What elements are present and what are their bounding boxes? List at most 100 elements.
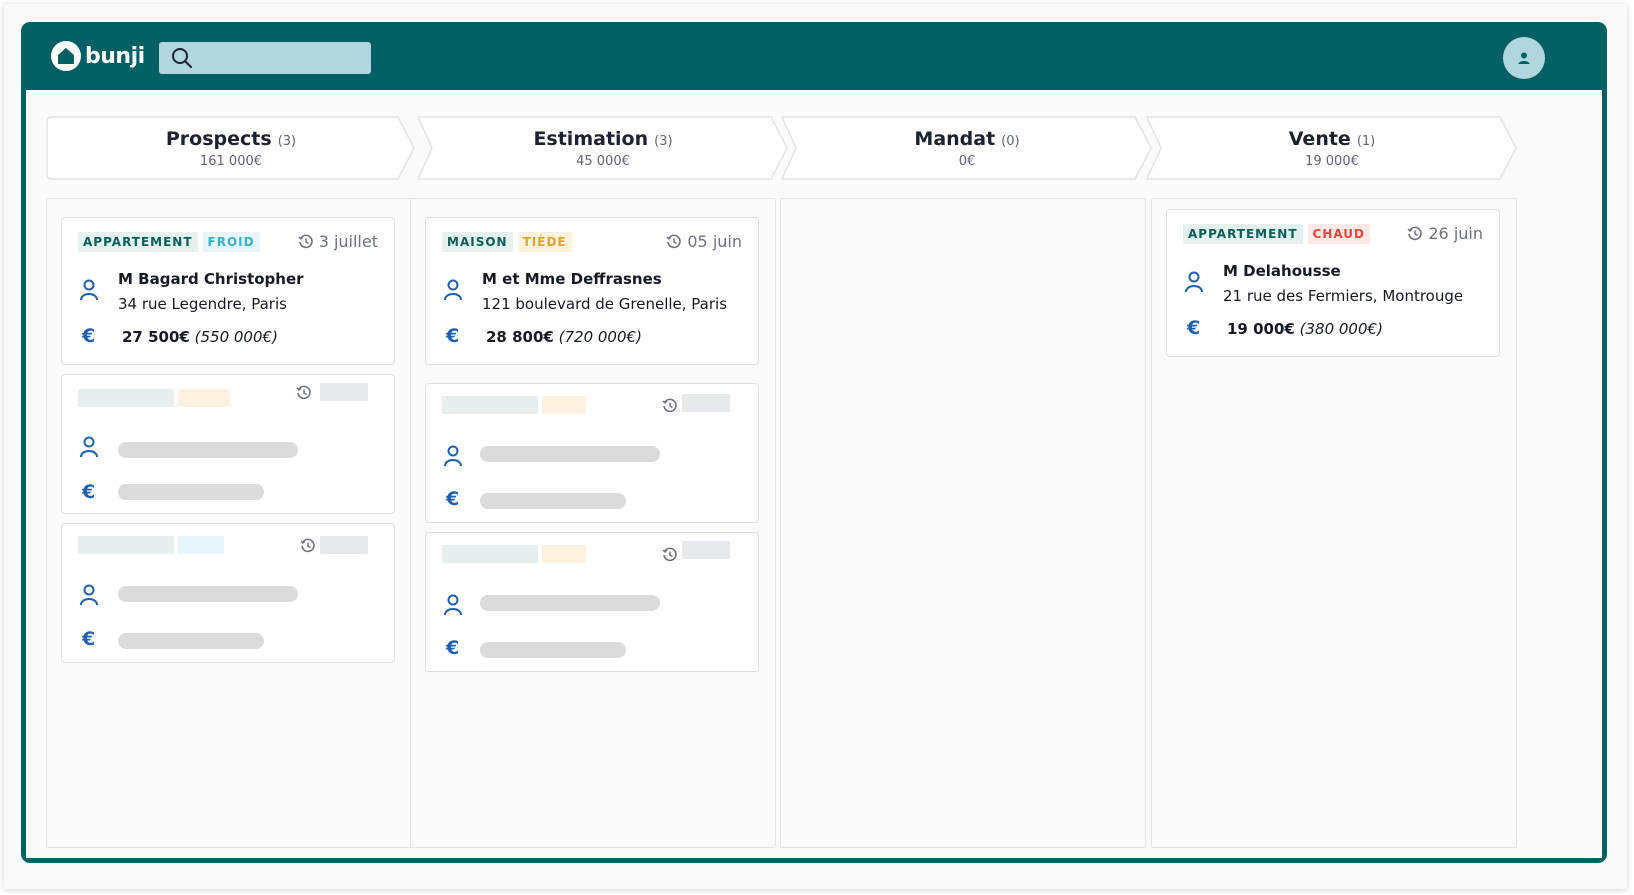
skeleton-line	[480, 642, 626, 658]
history-icon	[666, 234, 682, 248]
fee-amount: 19 000€	[1227, 320, 1295, 338]
contact-address: 21 rue des Fermiers, Montrouge	[1223, 287, 1464, 305]
fee-amount: 27 500€	[122, 328, 190, 346]
property-price: (380 000€)	[1299, 320, 1383, 338]
person-icon	[1185, 271, 1203, 293]
loading-card: €	[61, 523, 395, 663]
contact-name: M Delahousse	[1223, 262, 1341, 280]
house-icon	[51, 41, 81, 71]
skeleton-tag	[178, 536, 224, 554]
search-bar[interactable]	[159, 42, 371, 74]
euro-icon: €	[82, 481, 96, 503]
stage-amount: 45 000€	[576, 153, 630, 169]
person-icon	[80, 436, 98, 458]
column-vente: APPARTEMENT CHAUD 26 juin M Delahousse 2…	[1151, 198, 1517, 848]
column-estimation: MAISON TIÈDE 05 juin M et Mme Deffrasnes	[410, 198, 776, 848]
skeleton-line	[480, 595, 660, 611]
stage-title: Vente	[1288, 127, 1351, 150]
deal-card[interactable]: APPARTEMENT FROID 3 juillet M Bagard Chr…	[61, 217, 395, 365]
skeleton-date	[682, 541, 730, 559]
skeleton-tag	[78, 389, 174, 407]
date-label: 26 juin	[1428, 224, 1483, 243]
property-price: (720 000€)	[558, 328, 642, 346]
fee-amount: 28 800€	[486, 328, 554, 346]
card-date: 26 juin	[1407, 224, 1483, 243]
person-icon	[80, 279, 98, 301]
person-icon	[444, 279, 462, 301]
skeleton-line	[118, 586, 298, 602]
skeleton-line	[118, 484, 264, 500]
skeleton-tag	[442, 545, 538, 563]
euro-icon: €	[446, 325, 460, 347]
search-input[interactable]	[199, 45, 359, 71]
deal-price: 19 000€ (380 000€)	[1227, 320, 1383, 338]
history-icon	[662, 398, 677, 413]
skeleton-line	[480, 446, 660, 462]
search-icon	[172, 48, 192, 68]
contact-name: M et Mme Deffrasnes	[482, 270, 662, 288]
stage-count: (0)	[1001, 133, 1020, 149]
user-icon	[1518, 52, 1530, 64]
column-mandat	[780, 198, 1146, 848]
property-type-tag: APPARTEMENT	[78, 232, 198, 252]
history-icon	[662, 547, 677, 562]
stage-count: (3)	[654, 133, 673, 149]
skeleton-date	[320, 383, 368, 401]
card-date: 05 juin	[666, 232, 742, 251]
property-type-tag: APPARTEMENT	[1183, 224, 1303, 244]
skeleton-tag	[178, 389, 230, 407]
property-price: (550 000€)	[194, 328, 278, 346]
deal-card[interactable]: MAISON TIÈDE 05 juin M et Mme Deffrasnes	[425, 217, 759, 365]
contact-address: 34 rue Legendre, Paris	[118, 295, 287, 313]
top-bar: bunji	[21, 22, 1607, 90]
stage-count: (1)	[1356, 133, 1376, 149]
euro-icon: €	[1187, 317, 1201, 339]
euro-icon: €	[82, 628, 96, 650]
loading-card: €	[61, 374, 395, 514]
deal-price: 28 800€ (720 000€)	[486, 328, 642, 346]
stage-amount: 161 000€	[199, 153, 263, 169]
skeleton-date	[682, 394, 730, 412]
contact-address: 121 boulevard de Grenelle, Paris	[482, 295, 728, 313]
euro-icon: €	[82, 325, 96, 347]
temperature-tag: FROID	[202, 232, 260, 252]
property-type-tag: MAISON	[442, 232, 513, 252]
euro-icon: €	[446, 488, 460, 510]
skeleton-line	[480, 493, 626, 509]
temperature-tag: CHAUD	[1307, 224, 1370, 244]
skeleton-line	[118, 442, 298, 458]
deal-card[interactable]: APPARTEMENT CHAUD 26 juin M Delahousse 2…	[1166, 209, 1500, 357]
history-icon	[300, 538, 315, 553]
contact-name: M Bagard Christopher	[118, 270, 304, 288]
stage-amount: 0€	[958, 153, 976, 169]
stage-vente[interactable]: Vente (1) 19 000€	[1146, 116, 1518, 180]
brand-name: bunji	[85, 43, 145, 69]
stage-title: Prospects	[165, 127, 272, 150]
history-icon	[298, 234, 313, 248]
person-icon	[444, 594, 462, 616]
stage-mandat[interactable]: Mandat (0) 0€	[781, 116, 1153, 180]
date-label: 05 juin	[687, 232, 742, 251]
stage-count: (3)	[277, 133, 297, 149]
stage-amount: 19 000€	[1305, 153, 1359, 169]
stage-title: Mandat	[914, 127, 996, 150]
history-icon	[1407, 226, 1423, 240]
skeleton-tag	[542, 396, 586, 414]
card-date: 3 juillet	[298, 232, 378, 251]
person-icon	[80, 584, 98, 606]
loading-card: €	[425, 383, 759, 523]
history-icon	[296, 385, 311, 400]
column-prospects: APPARTEMENT FROID 3 juillet M Bagard Chr…	[46, 198, 412, 848]
stage-estimation[interactable]: Estimation (3) 45 000€	[417, 116, 789, 180]
temperature-tag: TIÈDE	[517, 232, 572, 252]
skeleton-date	[320, 536, 368, 554]
user-avatar-button[interactable]	[1503, 37, 1545, 79]
stage-title: Estimation	[533, 127, 649, 150]
skeleton-line	[118, 633, 264, 649]
pipeline-board: Prospects (3) 161 000€ Estimation (3) 45…	[26, 90, 1602, 858]
stage-prospects[interactable]: Prospects (3) 161 000€	[46, 116, 416, 180]
brand-logo[interactable]: bunji	[51, 40, 145, 72]
date-label: 3 juillet	[318, 232, 378, 251]
app-window: bunji Prospects (3) 161 000€ Estimation …	[21, 22, 1607, 863]
skeleton-tag	[78, 536, 174, 554]
